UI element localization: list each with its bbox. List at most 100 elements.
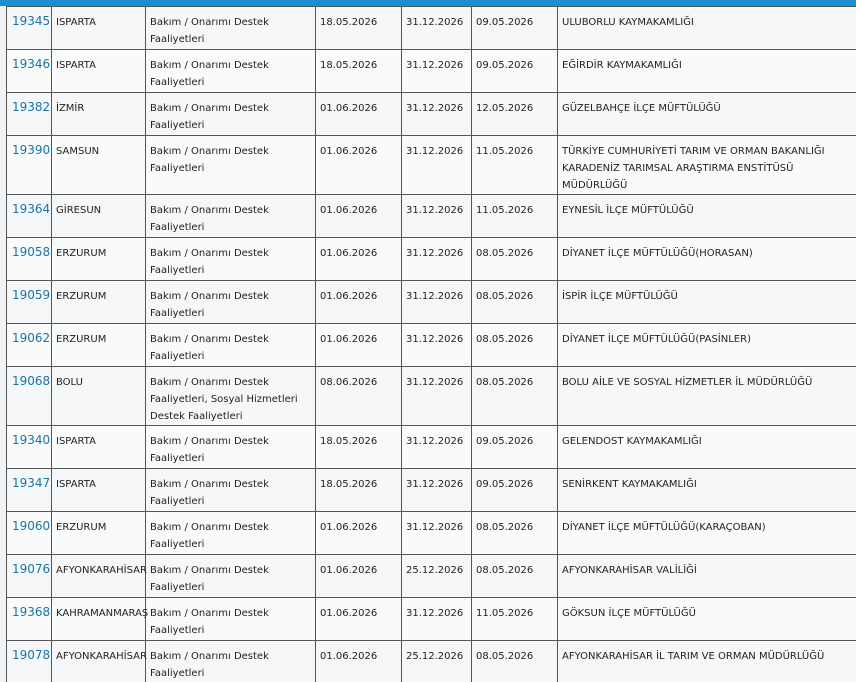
record-id-link[interactable]: 19059 <box>12 288 50 302</box>
institution-cell: ULUBORLU KAYMAKAMLIĞI <box>557 6 856 50</box>
record-id[interactable]: 19060 <box>6 511 52 555</box>
institution-cell: GELENDOST KAYMAKAMLIĞI <box>557 425 856 469</box>
published-date-cell: 11.05.2026 <box>471 135 558 195</box>
start-date-cell: 08.06.2026 <box>315 366 402 426</box>
table-row[interactable]: 19382 İZMİR Bakım / Onarımı Destek Faaliye… <box>6 92 856 136</box>
institution-cell: İSPİR İLÇE MÜFTÜLÜĞÜ <box>557 280 856 324</box>
record-id[interactable]: 19368 <box>6 597 52 641</box>
activity-cell: Bakım / Onarımı Destek Faaliyetleri <box>145 511 316 555</box>
end-date-cell: 31.12.2026 <box>401 280 472 324</box>
table-row[interactable]: 19062 ERZURUM Bakım / Onarımı Destek Faali… <box>6 323 856 367</box>
record-id-link[interactable]: 19390 <box>12 143 50 157</box>
end-date-cell: 31.12.2026 <box>401 511 472 555</box>
published-date-cell: 08.05.2026 <box>471 366 558 426</box>
record-id[interactable]: 19076 <box>6 554 52 598</box>
table-row[interactable]: 19368 KAHRAMANMARAŞ Bakım / Onarımı Destek… <box>6 597 856 641</box>
city-cell: SAMSUN <box>51 135 146 195</box>
city-cell: BOLU <box>51 366 146 426</box>
end-date-cell: 31.12.2026 <box>401 425 472 469</box>
institution-cell: GÜZELBAHÇE İLÇE MÜFTÜLÜĞÜ <box>557 92 856 136</box>
activity-cell: Bakım / Onarımı Destek Faaliyetleri <box>145 49 316 93</box>
start-date-cell: 18.05.2026 <box>315 49 402 93</box>
record-id[interactable]: 19059 <box>6 280 52 324</box>
record-id-link[interactable]: 19060 <box>12 519 50 533</box>
listing-table: 19345 ISPARTA Bakım / Onarımı Destek Faali… <box>6 6 856 682</box>
city-cell: ISPARTA <box>51 6 146 50</box>
record-id-link[interactable]: 19340 <box>12 433 50 447</box>
activity-cell: Bakım / Onarımı Destek Faaliyetleri <box>145 135 316 195</box>
record-id[interactable]: 19364 <box>6 194 52 238</box>
table-row[interactable]: 19347 ISPARTA Bakım / Onarımı Destek Faali… <box>6 468 856 512</box>
table-row[interactable]: 19058 ERZURUM Bakım / Onarımı Destek Faali… <box>6 237 856 281</box>
activity-cell: Bakım / Onarımı Destek Faaliyetleri <box>145 323 316 367</box>
start-date-cell: 18.05.2026 <box>315 468 402 512</box>
record-id-link[interactable]: 19346 <box>12 57 50 71</box>
record-id-link[interactable]: 19364 <box>12 202 50 216</box>
table-row[interactable]: 19345 ISPARTA Bakım / Onarımı Destek Faali… <box>6 6 856 50</box>
table-row[interactable]: 19059 ERZURUM Bakım / Onarımı Destek Faali… <box>6 280 856 324</box>
published-date-cell: 08.05.2026 <box>471 554 558 598</box>
record-id[interactable]: 19346 <box>6 49 52 93</box>
record-id[interactable]: 19068 <box>6 366 52 426</box>
institution-cell: GÖKSUN İLÇE MÜFTÜLÜĞÜ <box>557 597 856 641</box>
table-body: 19345 ISPARTA Bakım / Onarımı Destek Faali… <box>6 6 856 682</box>
start-date-cell: 01.06.2026 <box>315 135 402 195</box>
record-id[interactable]: 19058 <box>6 237 52 281</box>
end-date-cell: 31.12.2026 <box>401 92 472 136</box>
record-id-link[interactable]: 19347 <box>12 476 50 490</box>
institution-cell: DİYANET İLÇE MÜFTÜLÜĞÜ(PASİNLER) <box>557 323 856 367</box>
city-cell: KAHRAMANMARAŞ <box>51 597 148 641</box>
record-id-link[interactable]: 19058 <box>12 245 50 259</box>
published-date-cell: 09.05.2026 <box>471 468 558 512</box>
published-date-cell: 09.05.2026 <box>471 49 558 93</box>
table-row[interactable]: 19340 ISPARTA Bakım / Onarımı Destek Faali… <box>6 425 856 469</box>
published-date-cell: 08.05.2026 <box>471 511 558 555</box>
record-id-link[interactable]: 19076 <box>12 562 50 576</box>
table-row[interactable]: 19390 SAMSUN Bakım / Onarımı Destek Faaliy… <box>6 135 856 195</box>
city-cell: AFYONKARAHİSAR <box>51 640 147 682</box>
record-id-link[interactable]: 19345 <box>12 14 50 28</box>
start-date-cell: 18.05.2026 <box>315 425 402 469</box>
table-row[interactable]: 19076 AFYONKARAHİSAR Bakım / Onarımı Deste… <box>6 554 856 598</box>
city-cell: İZMİR <box>51 92 146 136</box>
start-date-cell: 01.06.2026 <box>315 237 402 281</box>
table-row[interactable]: 19346 ISPARTA Bakım / Onarımı Destek Faali… <box>6 49 856 93</box>
published-date-cell: 08.05.2026 <box>471 237 558 281</box>
record-id[interactable]: 19345 <box>6 6 52 50</box>
record-id-link[interactable]: 19078 <box>12 648 50 662</box>
record-id-link[interactable]: 19062 <box>12 331 50 345</box>
end-date-cell: 25.12.2026 <box>401 640 472 682</box>
activity-cell: Bakım / Onarımı Destek Faaliyetleri <box>145 640 316 682</box>
table-row[interactable]: 19364 GİRESUN Bakım / Onarımı Destek Faali… <box>6 194 856 238</box>
table-row[interactable]: 19060 ERZURUM Bakım / Onarımı Destek Faali… <box>6 511 856 555</box>
end-date-cell: 31.12.2026 <box>401 597 472 641</box>
table-row[interactable]: 19068 BOLU Bakım / Onarımı Destek Faaliyet… <box>6 366 856 426</box>
record-id[interactable]: 19062 <box>6 323 52 367</box>
institution-cell: DİYANET İLÇE MÜFTÜLÜĞÜ(HORASAN) <box>557 237 856 281</box>
record-id-link[interactable]: 19382 <box>12 100 50 114</box>
activity-cell: Bakım / Onarımı Destek Faaliyetleri <box>145 597 316 641</box>
published-date-cell: 08.05.2026 <box>471 323 558 367</box>
table-row[interactable]: 19078 AFYONKARAHİSAR Bakım / Onarımı Deste… <box>6 640 856 682</box>
city-cell: ISPARTA <box>51 49 146 93</box>
end-date-cell: 31.12.2026 <box>401 135 472 195</box>
institution-cell: EĞİRDİR KAYMAKAMLIĞI <box>557 49 856 93</box>
end-date-cell: 31.12.2026 <box>401 468 472 512</box>
city-cell: ISPARTA <box>51 425 146 469</box>
record-id[interactable]: 19078 <box>6 640 52 682</box>
start-date-cell: 01.06.2026 <box>315 597 402 641</box>
record-id[interactable]: 19382 <box>6 92 52 136</box>
record-id-link[interactable]: 19068 <box>12 374 50 388</box>
record-id[interactable]: 19347 <box>6 468 52 512</box>
record-id-link[interactable]: 19368 <box>12 605 50 619</box>
record-id[interactable]: 19390 <box>6 135 52 195</box>
city-cell: ERZURUM <box>51 511 146 555</box>
activity-cell: Bakım / Onarımı Destek Faaliyetleri <box>145 425 316 469</box>
published-date-cell: 08.05.2026 <box>471 280 558 324</box>
record-id[interactable]: 19340 <box>6 425 52 469</box>
institution-cell: AFYONKARAHİSAR İL TARIM VE ORMAN MÜDÜRLÜ… <box>557 640 856 682</box>
activity-cell: Bakım / Onarımı Destek Faaliyetleri <box>145 194 316 238</box>
published-date-cell: 11.05.2026 <box>471 194 558 238</box>
institution-cell: SENİRKENT KAYMAKAMLIĞI <box>557 468 856 512</box>
end-date-cell: 31.12.2026 <box>401 6 472 50</box>
